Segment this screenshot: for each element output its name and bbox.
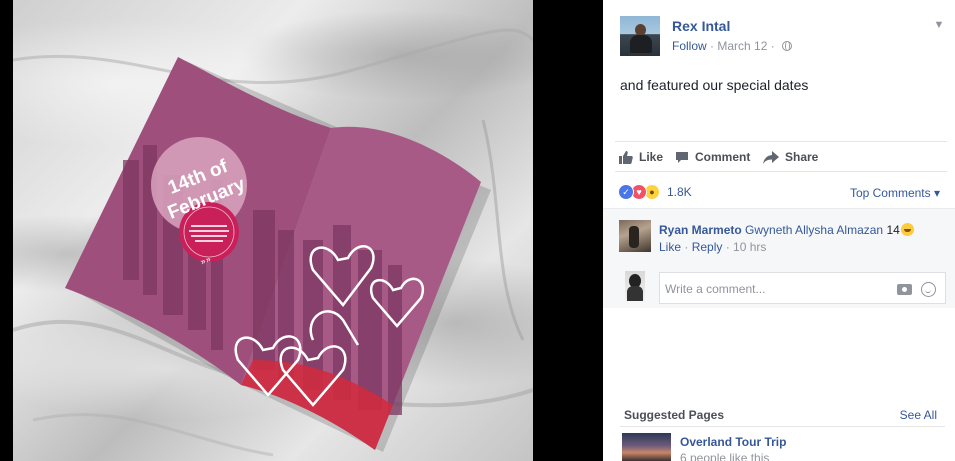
like-label: Like <box>639 150 664 164</box>
meta-separator-2: · <box>770 39 775 53</box>
laughing-emoji-icon <box>900 223 914 236</box>
camera-icon[interactable] <box>897 284 912 295</box>
smiley-icon[interactable] <box>921 282 936 297</box>
comment-sort-dropdown[interactable]: Top Comments ▾ <box>850 186 940 200</box>
reaction-count[interactable]: 1.8K <box>667 185 692 199</box>
meta-separator: · <box>710 39 715 53</box>
comment-dot-2: · <box>722 240 734 254</box>
post-meta: Follow · March 12 · <box>672 39 793 53</box>
globe-icon <box>782 41 793 51</box>
author-name[interactable]: Rex Intal <box>672 18 730 34</box>
see-all-link[interactable]: See All <box>900 408 937 422</box>
comment-button[interactable]: Comment <box>675 150 750 164</box>
like-reaction-icon: ✓ <box>618 184 634 200</box>
comment-label: Comment <box>695 150 751 164</box>
comment-body: Ryan Marmeto Gwyneth Allysha Almazan 14 <box>659 223 914 237</box>
tagged-user[interactable]: Gwyneth Allysha Almazan <box>745 223 883 237</box>
post-date[interactable]: March 12 <box>717 39 767 53</box>
post-caption: and featured our special dates <box>620 77 809 93</box>
comment-time[interactable]: 10 hrs <box>733 240 766 254</box>
suggested-pages-title: Suggested Pages <box>624 408 725 422</box>
comment-meta: Like · Reply · 10 hrs <box>659 240 766 254</box>
viewer-avatar <box>625 271 645 301</box>
chevron-down-icon[interactable]: ▼ <box>932 19 946 33</box>
photo-viewer: »» 14th of February <box>0 0 603 461</box>
thumbs-up-icon <box>619 150 633 164</box>
suggested-page-name[interactable]: Overland Tour Trip <box>680 435 786 449</box>
post-photo[interactable]: »» 14th of February <box>13 0 533 461</box>
action-bar: Like Comment Share <box>615 141 947 172</box>
commenter-avatar[interactable] <box>619 220 651 252</box>
suggested-page-likes: 6 people like this <box>680 451 770 461</box>
share-icon <box>763 150 779 164</box>
suggested-page-thumbnail[interactable] <box>622 433 671 461</box>
reaction-summary[interactable]: ✓ ♥ ● 1.8K <box>618 182 692 202</box>
post-header: Rex Intal Follow · March 12 · ▼ <box>620 16 950 56</box>
comment-dot: · <box>681 240 692 254</box>
comment-text: 14 <box>883 223 900 237</box>
post-sidebar: Rex Intal Follow · March 12 · ▼ and feat… <box>603 0 955 461</box>
comment-reply-link[interactable]: Reply <box>692 240 723 254</box>
share-label: Share <box>785 150 819 164</box>
author-avatar[interactable] <box>620 16 660 56</box>
magazine-illustration: »» 14th of February <box>13 28 533 457</box>
comments-section: Ryan Marmeto Gwyneth Allysha Almazan 14 … <box>603 208 955 308</box>
comment-icon <box>676 151 688 163</box>
follow-link[interactable]: Follow <box>672 39 707 53</box>
divider <box>620 426 945 427</box>
commenter-name[interactable]: Ryan Marmeto <box>659 223 742 237</box>
comment-like-link[interactable]: Like <box>659 240 681 254</box>
like-button[interactable]: Like <box>619 150 663 164</box>
share-button[interactable]: Share <box>763 150 818 164</box>
